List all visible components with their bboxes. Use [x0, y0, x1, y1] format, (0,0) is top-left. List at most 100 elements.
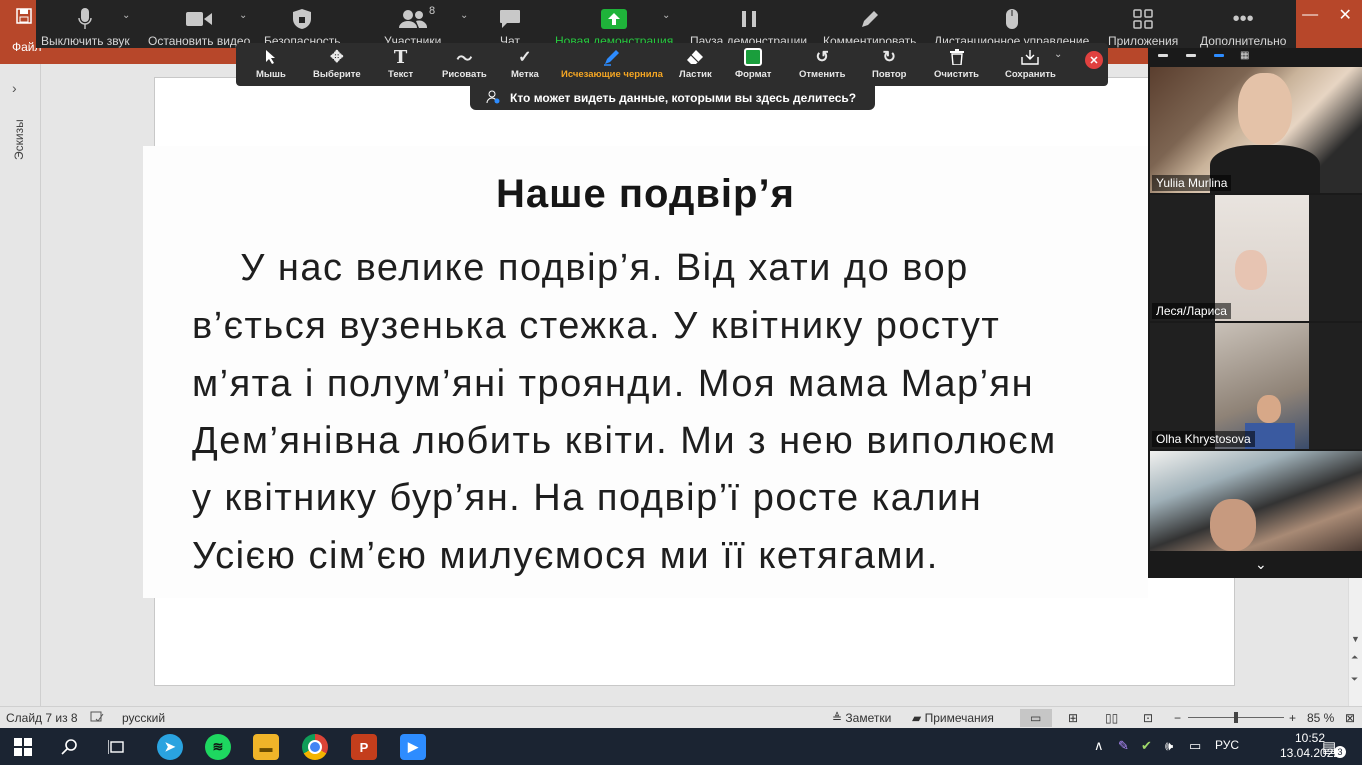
- zoom-in-button[interactable]: +: [1289, 711, 1296, 725]
- language-indicator[interactable]: русский: [122, 711, 165, 725]
- fit-to-window-icon[interactable]: ⊠: [1345, 711, 1355, 725]
- notes-label: Заметки: [845, 711, 892, 725]
- microphone-icon: [78, 6, 93, 32]
- more-button[interactable]: ••• Дополнительно: [1200, 0, 1287, 49]
- zoom-level[interactable]: 85 %: [1307, 711, 1334, 725]
- chevron-right-icon[interactable]: ›: [12, 80, 17, 96]
- person-icon: [486, 90, 500, 107]
- window-controls: — ✕: [1292, 0, 1362, 30]
- annotate-button[interactable]: Комментировать: [823, 0, 916, 48]
- spotify-icon[interactable]: ≋: [205, 734, 231, 760]
- search-icon[interactable]: [57, 734, 83, 760]
- stamp-tool-button[interactable]: ✓ Метка: [511, 47, 539, 80]
- grid-view-icon[interactable]: ▦: [1240, 50, 1249, 61]
- active-view-mode-icon[interactable]: [1214, 54, 1224, 57]
- zoom-out-button[interactable]: −: [1174, 711, 1181, 725]
- participant-face: [1238, 73, 1292, 145]
- video-tile[interactable]: [1150, 451, 1362, 551]
- comments-button[interactable]: ▰ Примечания: [912, 711, 994, 725]
- slide-counter: Слайд 7 из 8: [6, 711, 78, 725]
- save-icon[interactable]: [16, 8, 32, 24]
- video-options-caret-icon[interactable]: ⌄: [239, 10, 247, 21]
- video-tile[interactable]: Yuliia Murlina: [1150, 67, 1362, 193]
- scroll-down-chevron-icon[interactable]: ⌄: [1255, 556, 1267, 573]
- mouse-icon: [1005, 6, 1019, 32]
- redo-label: Повтор: [872, 69, 907, 80]
- mouse-tool-button[interactable]: Мышь: [256, 47, 286, 80]
- video-tile[interactable]: Olha Khrystosova: [1150, 323, 1362, 449]
- undo-button[interactable]: ↺ Отменить: [799, 47, 845, 80]
- notes-button[interactable]: ≜ Заметки: [832, 711, 891, 725]
- slide-text-line: У нас велике подвір’я. Від хати до вор: [192, 247, 969, 289]
- cursor-arrow-icon: [265, 47, 277, 67]
- clear-button[interactable]: Очистить: [934, 47, 979, 80]
- mute-button[interactable]: Выключить звук: [41, 0, 130, 48]
- save-options-caret-icon[interactable]: ⌄: [1054, 49, 1062, 60]
- close-icon[interactable]: ✕: [1338, 5, 1351, 25]
- stop-video-button[interactable]: Остановить видео: [148, 0, 250, 48]
- spellcheck-icon[interactable]: [90, 711, 104, 726]
- comment-icon: ▰: [912, 711, 925, 725]
- previous-slide-icon[interactable]: ⏶: [1351, 652, 1358, 663]
- draw-tool-button[interactable]: 〜 Рисовать: [442, 47, 487, 80]
- save-annotations-label: Сохранить: [1005, 69, 1056, 80]
- next-slide-icon[interactable]: ⏷: [1351, 674, 1358, 685]
- show-hidden-icons-icon[interactable]: ∧: [1094, 738, 1104, 754]
- slide-sorter-icon[interactable]: ⊞: [1068, 711, 1078, 725]
- pause-share-button[interactable]: Пауза демонстрации: [690, 0, 807, 48]
- slideshow-icon[interactable]: ⊡: [1143, 711, 1153, 725]
- annotation-toolbar: Мышь ✥ Выберите T Текст 〜 Рисовать ✓ Мет…: [236, 43, 1108, 86]
- chat-button[interactable]: Чат: [499, 0, 521, 48]
- audio-options-caret-icon[interactable]: ⌄: [122, 10, 130, 21]
- minimize-icon[interactable]: —: [1302, 6, 1318, 24]
- task-view-icon[interactable]: [104, 734, 130, 760]
- more-dots-icon: •••: [1232, 7, 1254, 30]
- volume-icon[interactable]: 🕪: [1165, 738, 1173, 754]
- save-annotations-button[interactable]: Сохранить: [1005, 47, 1056, 80]
- pen-tray-icon[interactable]: ✎: [1118, 738, 1129, 754]
- normal-view-icon: ▭: [1030, 711, 1042, 725]
- chat-icon: [499, 6, 521, 32]
- view-mode-icon[interactable]: [1186, 54, 1196, 57]
- remote-control-button[interactable]: Дистанционное управление: [934, 0, 1089, 48]
- start-icon[interactable]: [10, 734, 36, 760]
- apps-button[interactable]: Приложения: [1108, 0, 1178, 48]
- file-explorer-icon[interactable]: ▬: [253, 734, 279, 760]
- select-tool-button[interactable]: ✥ Выберите: [313, 47, 361, 80]
- security-button[interactable]: Безопасность: [264, 0, 341, 48]
- reading-view-icon[interactable]: ▯▯: [1105, 711, 1118, 725]
- eraser-tool-button[interactable]: Ластик: [679, 47, 712, 80]
- text-tool-button[interactable]: T Текст: [388, 47, 413, 81]
- mouse-tool-label: Мышь: [256, 69, 286, 80]
- keyboard-language[interactable]: РУС: [1215, 738, 1239, 752]
- share-options-caret-icon[interactable]: ⌄: [662, 10, 670, 21]
- chrome-icon[interactable]: [302, 734, 328, 760]
- format-button[interactable]: Формат: [735, 47, 771, 80]
- powerpoint-icon[interactable]: P: [351, 734, 377, 760]
- new-share-button[interactable]: Новая демонстрация: [555, 0, 673, 48]
- vanishing-pen-button[interactable]: Исчезающие чернила: [561, 47, 663, 80]
- scroll-down-arrow-icon[interactable]: ▼: [1351, 634, 1360, 644]
- app-tray-icon[interactable]: ✔: [1141, 738, 1152, 754]
- more-label: Дополнительно: [1200, 34, 1287, 48]
- video-tile[interactable]: Леся/Лариса: [1150, 195, 1362, 321]
- select-tool-label: Выберите: [313, 69, 361, 80]
- share-banner-text: Кто может видеть данные, которыми вы зде…: [510, 91, 857, 105]
- squiggle-icon: 〜: [456, 51, 473, 68]
- eraser-icon: [686, 47, 704, 67]
- participant-name: Леся/Лариса: [1152, 303, 1231, 319]
- thumbnails-label[interactable]: Эскизы: [4, 110, 34, 170]
- participants-count: 8: [429, 5, 436, 17]
- zoom-slider-thumb[interactable]: [1234, 712, 1238, 723]
- view-mode-icon[interactable]: [1158, 54, 1168, 57]
- telegram-icon[interactable]: ➤: [157, 734, 183, 760]
- participant-face: [1257, 395, 1281, 423]
- participants-caret-icon[interactable]: ⌄: [460, 10, 468, 21]
- close-annotation-icon[interactable]: ✕: [1085, 51, 1103, 69]
- slide-text-line: в’ється вузенька стежка. У квітнику рост…: [192, 305, 1001, 347]
- network-icon[interactable]: ▭: [1189, 738, 1201, 754]
- share-visibility-banner[interactable]: Кто может видеть данные, которыми вы зде…: [470, 86, 875, 110]
- redo-button[interactable]: ↻ Повтор: [872, 47, 906, 80]
- zoom-app-icon[interactable]: ▶: [400, 734, 426, 760]
- apps-label: Приложения: [1108, 34, 1179, 48]
